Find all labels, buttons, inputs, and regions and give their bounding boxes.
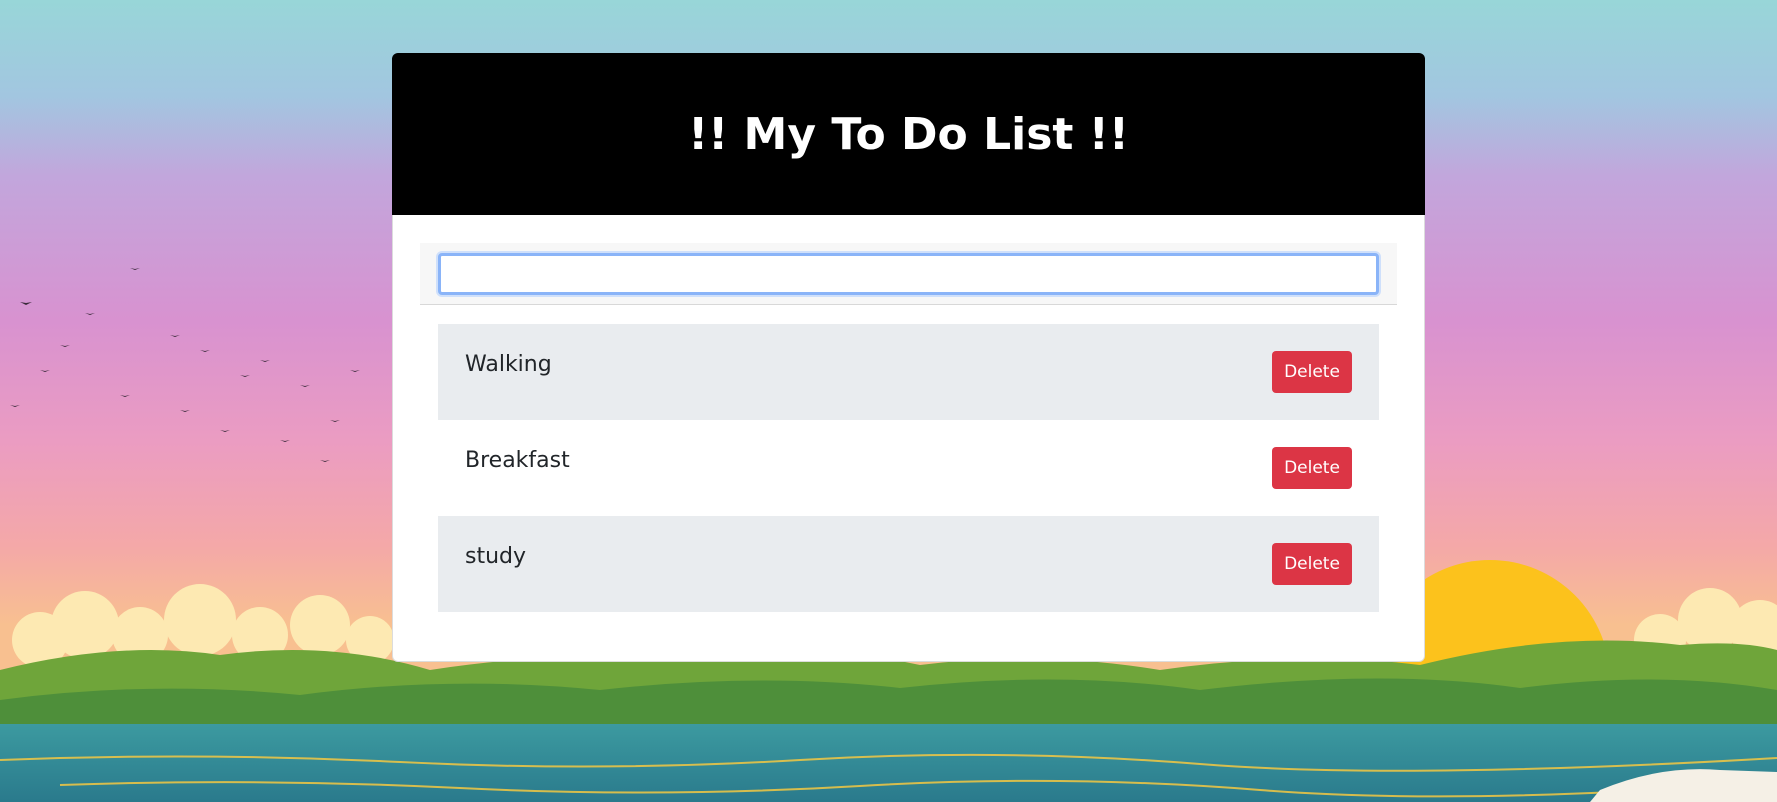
input-container xyxy=(420,243,1397,305)
todo-item: Breakfast Delete xyxy=(438,420,1379,516)
todo-item: Walking Delete xyxy=(438,324,1379,420)
todo-body: Walking Delete Breakfast Delete study De… xyxy=(392,215,1425,662)
todo-list: Walking Delete Breakfast Delete study De… xyxy=(438,324,1379,612)
page-title: !! My To Do List !! xyxy=(688,108,1129,160)
todo-item-label: Breakfast xyxy=(465,448,570,473)
todo-input[interactable] xyxy=(438,253,1379,295)
todo-card: !! My To Do List !! Walking Delete Break… xyxy=(392,53,1425,662)
todo-item-label: study xyxy=(465,544,527,569)
todo-header: !! My To Do List !! xyxy=(392,53,1425,215)
delete-button[interactable]: Delete xyxy=(1272,351,1352,393)
delete-button[interactable]: Delete xyxy=(1272,543,1352,585)
todo-item-label: Walking xyxy=(465,352,552,377)
delete-button[interactable]: Delete xyxy=(1272,447,1352,489)
todo-item: study Delete xyxy=(438,516,1379,612)
